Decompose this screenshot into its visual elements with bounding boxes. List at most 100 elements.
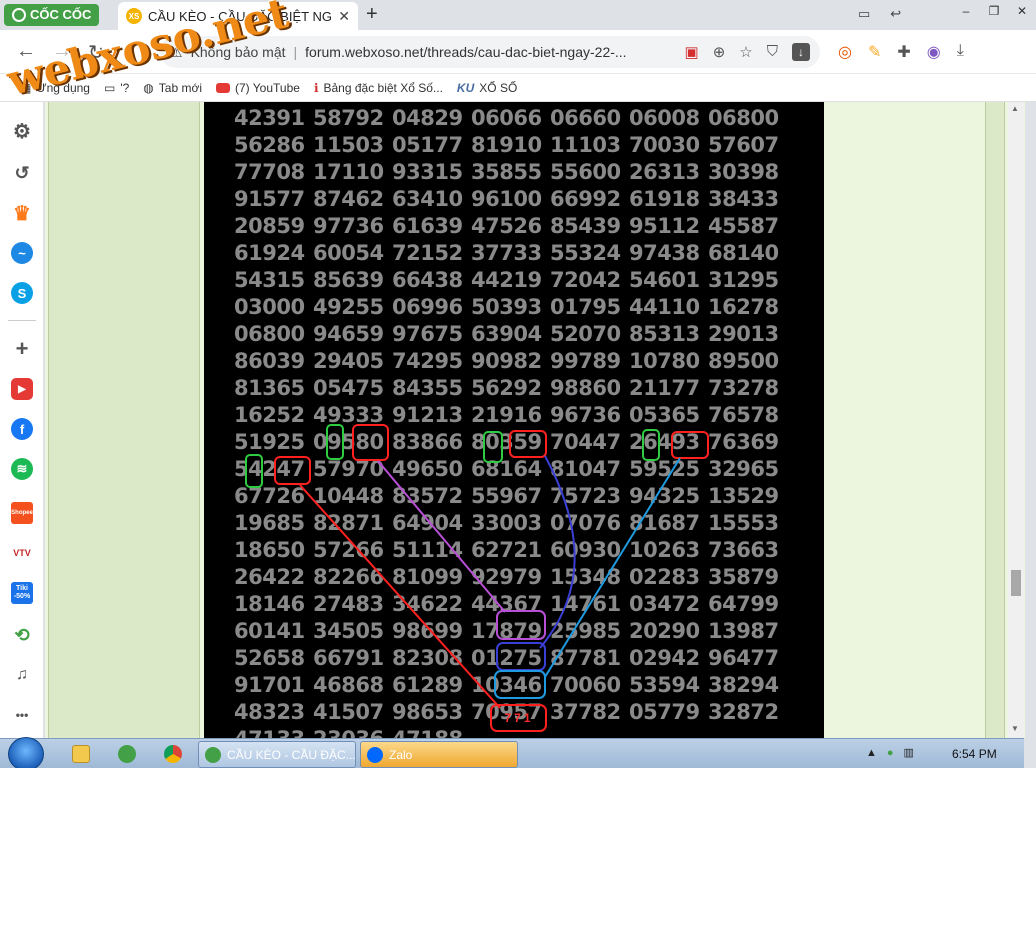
bookmark-new-tab[interactable]: ◍ Tab mới [143, 81, 202, 95]
close-tab-icon[interactable]: ✕ [338, 8, 350, 25]
scroll-down-icon[interactable]: ▼ [1011, 724, 1019, 733]
result-number: 98653 [392, 699, 463, 724]
downloads-icon[interactable]: ⤓ [957, 42, 964, 62]
result-number: 41507 [313, 699, 384, 724]
sidebar-glyph: ≋ [16, 461, 28, 476]
minimize-button[interactable]: – [952, 0, 980, 22]
settings-icon[interactable]: ⚙ [11, 120, 33, 143]
scroll-thumb[interactable] [1011, 570, 1021, 596]
network-icon[interactable]: ▥ [904, 746, 914, 759]
tray-expand-icon[interactable]: ▲ [866, 747, 877, 759]
taskbar-window-zalo[interactable]: Zalo [360, 741, 518, 768]
shopee-icon[interactable]: Shopee [11, 502, 33, 524]
spotify-icon[interactable]: ≋ [11, 458, 33, 480]
maximize-button[interactable]: ❐ [980, 0, 1008, 22]
reload-icon[interactable]: ↻ [88, 40, 105, 65]
page-scrollbar[interactable]: ▲ ▼ [1008, 102, 1024, 738]
back-arrow-icon[interactable]: ↩ [890, 6, 901, 22]
result-number: 26493 [629, 429, 700, 454]
result-number: 75723 [550, 483, 621, 508]
result-number: 53594 [629, 672, 700, 697]
result-number: 61918 [629, 186, 700, 211]
tray-coccoc-icon[interactable]: ● [887, 747, 894, 759]
coccoc-extension-icon[interactable]: ◎ [838, 42, 852, 62]
result-number: 56292 [471, 375, 542, 400]
results-grid: 42391 58792 04829 06066 06660 06008 06800 56286… [234, 104, 787, 739]
vtv-icon[interactable]: VTV [11, 542, 33, 564]
history-icon[interactable]: ↺ [11, 162, 33, 184]
new-tab-button[interactable]: + [366, 3, 378, 26]
bookmark-star-icon[interactable]: ☆ [739, 43, 752, 61]
coccoc-leaf-icon [12, 8, 26, 22]
results-row: 86039 29405 74295 90982 99789 10780 89500 [234, 347, 787, 374]
close-window-button[interactable]: ✕ [1008, 0, 1036, 22]
window-extra-controls: ▭ ↩ [858, 6, 901, 22]
scroll-up-icon[interactable]: ▲ [1011, 104, 1019, 113]
tab-title: CẦU KÈO - CẦU ĐẶC BIỆT NG [148, 8, 332, 24]
taskbar-clock[interactable]: 6:54 PM [952, 747, 997, 761]
results-row: 81365 05475 84355 56292 98860 21177 73278 [234, 374, 787, 401]
result-number: 06066 [471, 105, 542, 130]
result-number: 10448 [313, 483, 384, 508]
coccoc-sidebar-icon[interactable]: ⟲ [11, 624, 33, 646]
forward-icon[interactable]: → [52, 40, 72, 63]
profile-avatar-icon[interactable]: ◉ [927, 42, 941, 62]
result-number: 11103 [550, 132, 621, 157]
result-number: 57970 [313, 456, 384, 481]
result-number: 81099 [392, 564, 463, 589]
address-bar[interactable]: ⚠ Không bảo mật | forum.webxoso.net/thre… [160, 36, 820, 68]
result-number: 10780 [629, 348, 700, 373]
start-button[interactable] [8, 737, 44, 768]
zoom-icon[interactable]: ⊕ [713, 43, 726, 61]
screenshot-icon[interactable]: ▭ [858, 6, 870, 22]
puzzle-icon[interactable]: ✚ [897, 42, 910, 62]
results-row: 91701 46868 61289 10346 70060 53594 38294 [234, 671, 787, 698]
messenger-icon[interactable]: ~ [11, 242, 33, 264]
result-number: 35855 [471, 159, 542, 184]
result-number: 33003 [471, 510, 542, 535]
shield-icon[interactable]: ⛉ [767, 43, 778, 61]
bookmark-folder[interactable]: ▭ '? [104, 81, 129, 95]
results-row: 18650 57266 51114 62721 60930 10263 73663 [234, 536, 787, 563]
skype-icon[interactable]: S [11, 282, 33, 304]
result-number: 20290 [629, 618, 700, 643]
coccoc-logo[interactable]: CỐC CỐC [4, 4, 100, 26]
result-number: 63410 [392, 186, 463, 211]
result-number: 47526 [471, 213, 542, 238]
result-number: 73663 [708, 537, 779, 562]
bookmark-apps[interactable]: ▦ Ứng dụng [20, 81, 90, 95]
results-row: 56286 11503 05177 81910 11103 70030 57607 [234, 131, 787, 158]
taskbar-window-browser[interactable]: CẦU KÈO - CẦU ĐẶC... [198, 741, 356, 768]
bookmark-lottery-table[interactable]: ℹ Bảng đặc biệt Xổ Số... [314, 81, 443, 95]
crown-icon[interactable]: ♛ [11, 202, 33, 225]
pencil-icon[interactable]: ✎ [868, 42, 881, 62]
folder-icon: ▭ [103, 80, 116, 95]
result-number: 46868 [313, 672, 384, 697]
result-number: 11503 [313, 132, 384, 157]
chrome-icon[interactable] [164, 745, 182, 763]
result-number: 02942 [629, 645, 700, 670]
coccoc-taskbar-icon[interactable] [118, 745, 136, 763]
bell-icon[interactable]: ♫ [11, 664, 33, 686]
file-explorer-icon[interactable] [72, 745, 90, 763]
result-number: 06008 [629, 105, 700, 130]
bookmark-label: Tab mới [158, 80, 202, 95]
youtube-icon[interactable]: ▶ [11, 378, 33, 400]
more-icon[interactable]: ••• [11, 704, 33, 726]
tiki-icon[interactable]: Tiki -50% [11, 582, 33, 604]
download-page-icon[interactable]: ↓ [792, 43, 810, 61]
facebook-icon[interactable]: f [11, 418, 33, 440]
result-number: 18146 [234, 591, 305, 616]
security-label[interactable]: Không bảo mật [191, 44, 286, 60]
add-icon[interactable]: + [11, 336, 33, 361]
blocked-popup-icon[interactable]: ▣ [685, 43, 699, 61]
warning-icon[interactable]: ⚠ [170, 44, 183, 61]
result-number: 66791 [313, 645, 384, 670]
bookmark-xoso[interactable]: KU XỔ SỐ [457, 81, 517, 95]
back-icon[interactable]: ← [16, 40, 36, 63]
tab-active[interactable]: XS CẦU KÈO - CẦU ĐẶC BIỆT NG ✕ [118, 2, 358, 30]
result-number: 06800 [708, 105, 779, 130]
result-number: 09580 [313, 429, 384, 454]
url-text[interactable]: forum.webxoso.net/threads/cau-dac-biet-n… [305, 44, 676, 60]
bookmark-youtube[interactable]: (7) YouTube [215, 81, 300, 95]
